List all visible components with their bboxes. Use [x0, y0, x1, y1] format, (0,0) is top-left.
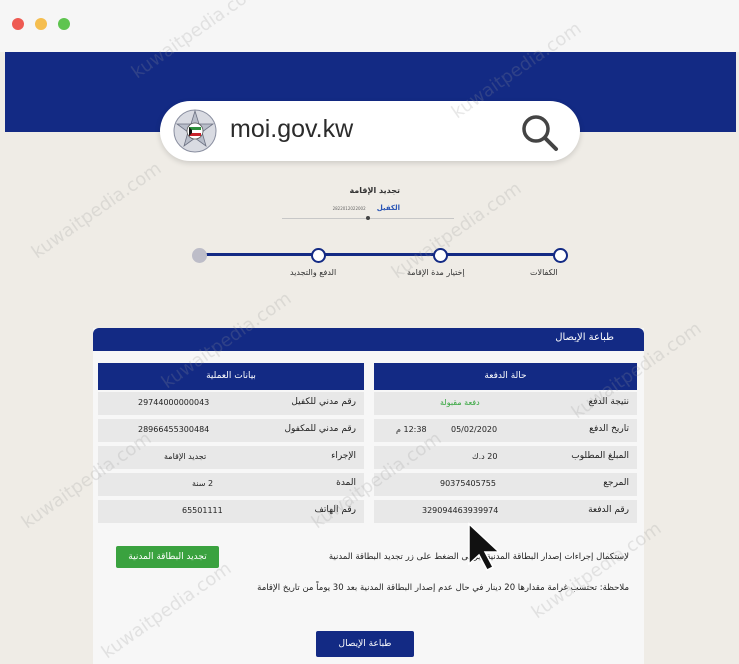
mouse-cursor-icon	[468, 522, 501, 571]
table-row: رقم مدني للمكفول 28966455300484	[98, 419, 364, 442]
progress-steps-line	[199, 253, 563, 256]
cell-label: تاريخ الدفع	[589, 424, 629, 434]
transaction-data-header: بيانات العملية	[98, 363, 364, 390]
cell-label: رقم الدفعة	[588, 505, 629, 515]
table-row: رقم الدفعة 329094463939974	[374, 500, 637, 523]
moi-emblem-icon	[173, 109, 217, 153]
url-text[interactable]: moi.gov.kw	[230, 115, 353, 144]
renew-civil-card-button[interactable]: تجديد البطاقة المدنية	[116, 546, 219, 568]
step-payment-renewal	[311, 248, 326, 263]
sponsored-civil-id-value: 28966455300484	[138, 425, 210, 434]
step-final	[192, 248, 207, 263]
print-receipt-button[interactable]: طباعة الإيصال	[316, 631, 414, 657]
payment-date-value: 05/02/2020	[451, 425, 498, 434]
cell-label: الإجراء	[331, 451, 356, 461]
step-label-sponsorships: الكفالات	[530, 268, 558, 277]
browser-window: moi.gov.kw تجديد الإقامة الكفيل 28220120…	[0, 0, 739, 664]
cell-label: رقم الهاتف	[314, 505, 356, 515]
table-row: المدة 2 سنة	[98, 473, 364, 496]
reference-value: 90375405755	[440, 479, 496, 488]
browser-titlebar	[0, 0, 739, 52]
table-row: تاريخ الدفع 05/02/2020 12:38 م	[374, 419, 637, 442]
table-row: الإجراء تجديد الإقامة	[98, 446, 364, 469]
amount-value: 20 د.ك	[472, 452, 498, 461]
receipt-title: طباعة الإيصال	[555, 332, 614, 343]
url-search-bar[interactable]: moi.gov.kw	[160, 101, 580, 161]
step-choose-duration	[433, 248, 448, 263]
renewal-summary: تجديد الإقامة الكفيل 2822012022002	[280, 186, 400, 214]
close-window-button[interactable]	[12, 18, 24, 30]
table-row: نتيجة الدفع دفعة مقبولة	[374, 392, 637, 415]
cell-label: المرجع	[603, 478, 629, 488]
step-label-choose-duration: إختيار مدة الإقامة	[407, 268, 465, 277]
payment-time-value: 12:38 م	[396, 425, 427, 434]
watermark-text: kuwaitpedia.com	[27, 157, 166, 264]
search-icon[interactable]	[520, 113, 560, 153]
receipt-header: طباعة الإيصال	[93, 328, 644, 351]
table-row: رقم مدني للكفيل 29744000000043	[98, 392, 364, 415]
sponsor-civil-id-value: 29744000000043	[138, 398, 210, 407]
step-sponsorships	[553, 248, 568, 263]
table-row: المبلغ المطلوب 20 د.ك	[374, 446, 637, 469]
payment-result-value: دفعة مقبولة	[440, 398, 480, 407]
procedure-value: تجديد الإقامة	[164, 452, 207, 461]
cell-label: المدة	[336, 478, 356, 488]
payment-number-value: 329094463939974	[422, 506, 499, 515]
sponsor-label: الكفيل	[376, 204, 400, 212]
renewal-title: تجديد الإقامة	[349, 186, 400, 195]
table-row: المرجع 90375405755	[374, 473, 637, 496]
fine-note: ملاحظة: تحتسب غرامة مقدارها 20 دينار في …	[257, 583, 629, 593]
renewal-slider-dot	[366, 216, 370, 220]
duration-value: 2 سنة	[192, 479, 214, 488]
payment-status-header: حالة الدفعة	[374, 363, 637, 390]
phone-value: 65501111	[182, 506, 223, 515]
cell-label: رقم مدني للكفيل	[291, 397, 356, 407]
maximize-window-button[interactable]	[58, 18, 70, 30]
step-label-payment-renewal: الدفع والتجديد	[290, 268, 337, 277]
minimize-window-button[interactable]	[35, 18, 47, 30]
table-row: رقم الهاتف 65501111	[98, 500, 364, 523]
cell-label: المبلغ المطلوب	[571, 451, 629, 461]
sponsor-value: 2822012022002	[332, 206, 366, 211]
cell-label: رقم مدني للمكفول	[284, 424, 356, 434]
cell-label: نتيجة الدفع	[588, 397, 630, 407]
